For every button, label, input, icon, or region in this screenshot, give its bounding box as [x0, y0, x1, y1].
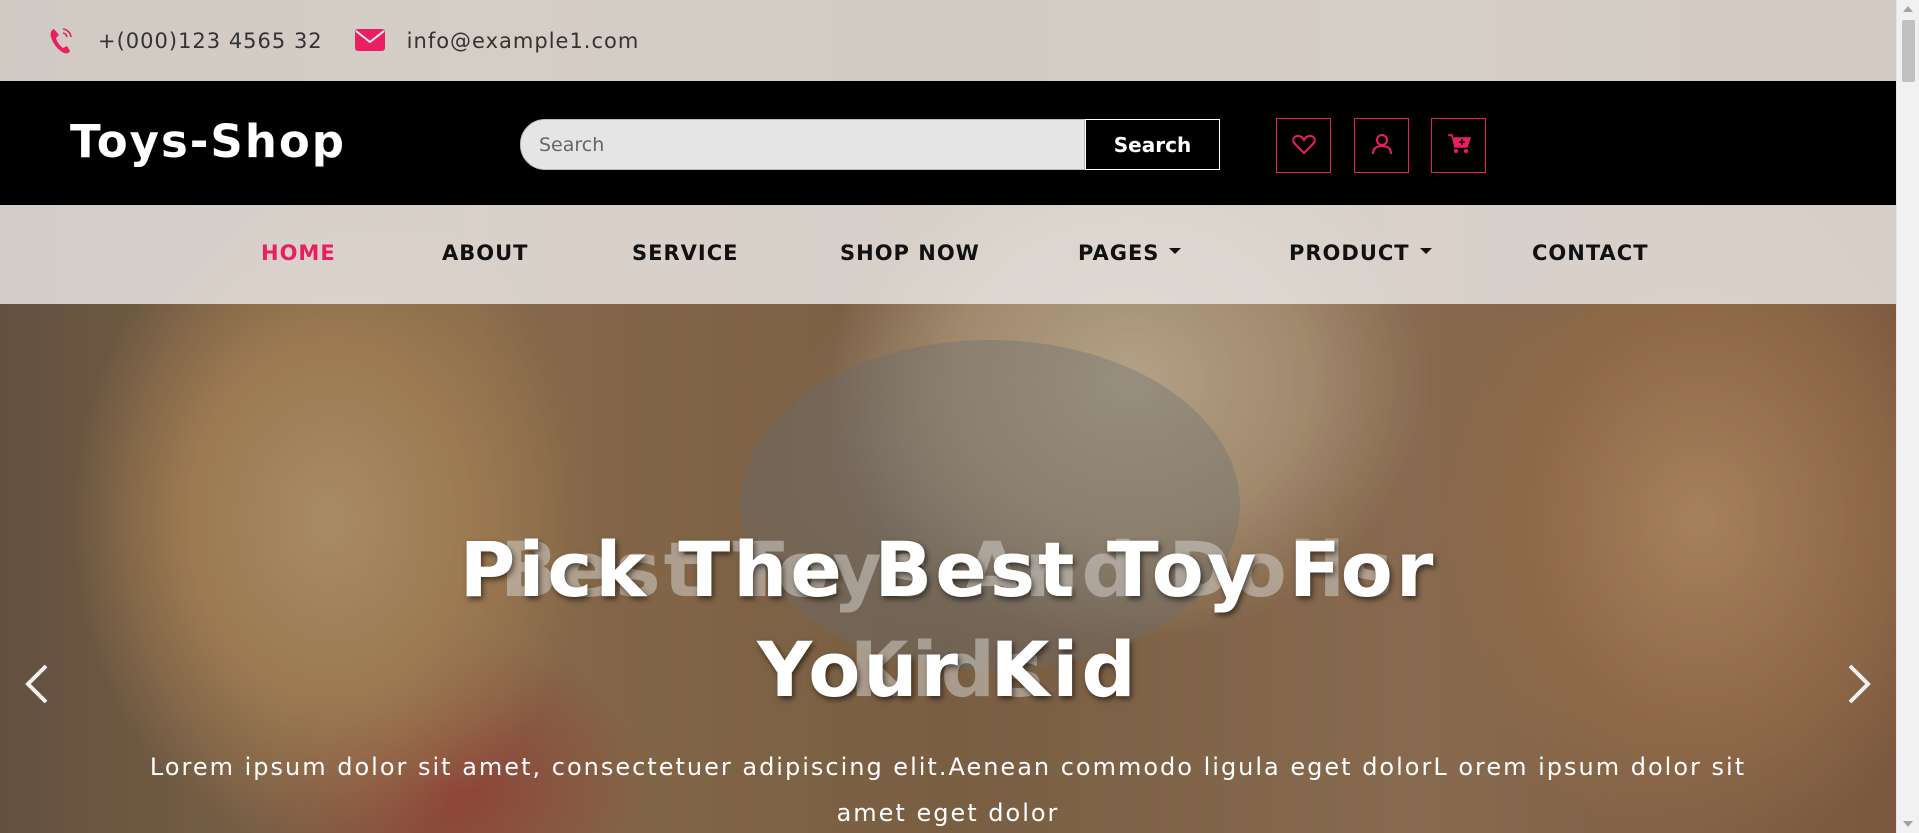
main-nav: HOME ABOUT SERVICE SHOP NOW PAGES PRODUC… [0, 205, 1896, 304]
envelope-icon [354, 26, 385, 56]
nav-pages-dropdown[interactable]: PAGES [1078, 241, 1182, 265]
scroll-down-icon[interactable] [1903, 821, 1913, 827]
wishlist-button[interactable] [1276, 118, 1331, 173]
cart-icon [1447, 133, 1471, 159]
site-logo[interactable]: Toys-Shop [70, 115, 346, 168]
hero-title-line-2: Your Kid [757, 625, 1139, 714]
search-form: Search [520, 119, 1220, 170]
search-button[interactable]: Search [1085, 119, 1220, 170]
site-header: Toys-Shop Search [0, 81, 1896, 205]
phone-number: +(000)123 4565 32 [98, 28, 323, 53]
chevron-right-icon [1838, 664, 1878, 710]
hero-title: Pick The Best Toy For Your Kid [0, 520, 1896, 720]
heart-icon [1291, 133, 1316, 159]
nav-product-dropdown[interactable]: PRODUCT [1289, 241, 1432, 265]
phone-contact[interactable]: +(000)123 4565 32 [46, 26, 323, 56]
scroll-up-icon[interactable] [1903, 6, 1913, 12]
nav-pages-label: PAGES [1078, 241, 1160, 265]
search-input[interactable] [520, 119, 1085, 170]
nav-about[interactable]: ABOUT [442, 241, 529, 265]
nav-home[interactable]: HOME [261, 241, 336, 265]
user-icon [1371, 133, 1393, 159]
caret-down-icon [1419, 248, 1432, 254]
scrollbar-thumb[interactable] [1902, 20, 1915, 82]
chevron-left-icon [18, 664, 58, 710]
email-contact[interactable]: info@example1.com [354, 26, 640, 56]
nav-product-label: PRODUCT [1289, 241, 1410, 265]
hero-title-line-1: Pick The Best Toy For [459, 525, 1437, 614]
contact-bar: +(000)123 4565 32 info@example1.com [0, 0, 1896, 81]
page-scrollbar[interactable] [1896, 0, 1919, 833]
nav-service[interactable]: SERVICE [632, 241, 738, 265]
nav-shop-now[interactable]: SHOP NOW [840, 241, 980, 265]
nav-contact[interactable]: CONTACT [1532, 241, 1649, 265]
carousel-next-button[interactable] [1838, 662, 1878, 706]
hero-description: Lorem ipsum dolor sit amet, consectetuer… [149, 753, 1747, 827]
email-address: info@example1.com [406, 28, 640, 53]
carousel-prev-button[interactable] [18, 662, 58, 706]
account-button[interactable] [1354, 118, 1409, 173]
caret-down-icon [1169, 248, 1182, 254]
phone-icon [46, 26, 76, 56]
cart-button[interactable] [1431, 118, 1486, 173]
